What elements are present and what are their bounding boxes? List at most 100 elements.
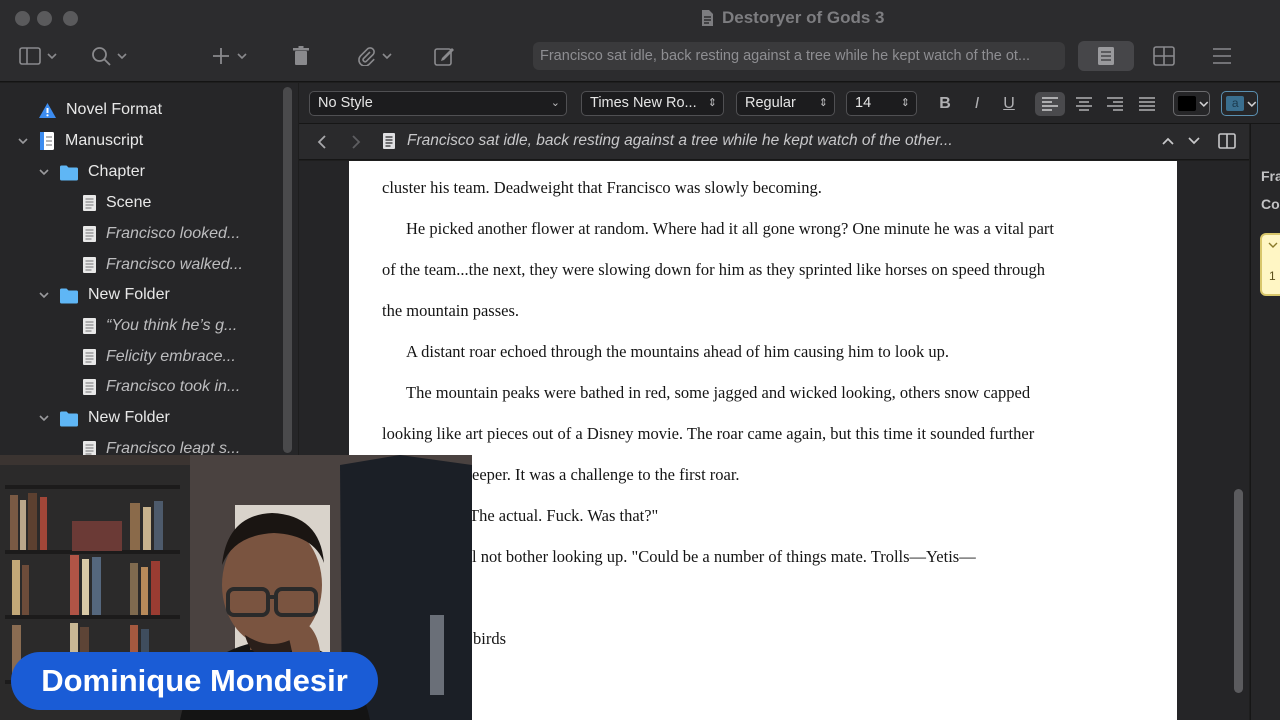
- close-window-button[interactable]: [15, 11, 30, 26]
- text-line: birds: [473, 629, 506, 648]
- binder-item-document[interactable]: Felicity embrace...: [82, 344, 236, 370]
- underline-button[interactable]: U: [996, 92, 1022, 116]
- add-button[interactable]: [211, 44, 247, 68]
- binder-item-folder[interactable]: Chapter: [37, 159, 145, 185]
- view-mode-button[interactable]: [19, 44, 57, 68]
- binder-item-label: “You think he’s g...: [106, 317, 238, 334]
- document-view-icon: [1098, 47, 1114, 65]
- font-family-value: Times New Ro...: [590, 95, 697, 111]
- binder-item-document[interactable]: Francisco took in...: [82, 374, 240, 400]
- chevron-down-icon[interactable]: [16, 134, 30, 148]
- chevron-down-icon: [1268, 242, 1278, 248]
- text-line: of the team...the next, they were slowin…: [382, 260, 1046, 279]
- chevron-down-icon[interactable]: [37, 165, 51, 179]
- chevron-down-icon: [237, 53, 247, 60]
- editor-page[interactable]: cluster his team. Deadweight that Franci…: [349, 161, 1177, 720]
- compose-button[interactable]: [434, 44, 456, 68]
- binder-item-folder[interactable]: New Folder: [37, 282, 170, 308]
- binder-scrollbar[interactable]: [283, 87, 292, 453]
- highlight-color-swatch: a: [1226, 96, 1245, 111]
- stepper-icon: ⇕: [707, 97, 717, 109]
- chevron-down-icon[interactable]: [37, 288, 51, 302]
- font-size-select[interactable]: 14 ⇕: [846, 91, 917, 116]
- split-view-icon[interactable]: [1218, 133, 1236, 149]
- binder-item-label: New Folder: [88, 286, 170, 303]
- binder-item-manuscript[interactable]: Manuscript: [16, 128, 143, 154]
- chevron-down-icon[interactable]: [1187, 135, 1201, 147]
- chevron-up-icon[interactable]: [1161, 135, 1175, 147]
- inspector-panel: Fra Co: [1250, 124, 1280, 720]
- plus-icon: [213, 48, 229, 64]
- binder-item-document[interactable]: Scene: [82, 190, 151, 216]
- font-family-select[interactable]: Times New Ro... ⇕: [581, 91, 724, 116]
- align-center-icon: [1076, 97, 1092, 111]
- search-icon: [92, 47, 111, 66]
- search-button[interactable]: [91, 44, 127, 68]
- stepper-icon: ⇕: [818, 97, 828, 109]
- back-arrow-icon[interactable]: [316, 134, 328, 150]
- chevron-down-icon: [1199, 101, 1209, 107]
- document-icon: [82, 348, 97, 366]
- view-outline-button[interactable]: [1194, 41, 1250, 71]
- align-center-button[interactable]: [1069, 92, 1099, 116]
- text-line: l not bother looking up. "Could be a num…: [472, 547, 976, 566]
- text-line: the mountain passes.: [382, 301, 520, 320]
- binder-item-label: Novel Format: [66, 101, 163, 118]
- binder-item-document[interactable]: Francisco looked...: [82, 221, 240, 247]
- binder-item-document[interactable]: “You think he’s g...: [82, 313, 237, 339]
- binder-item-folder[interactable]: New Folder: [37, 405, 170, 431]
- paragraph-style-select[interactable]: No Style ⌄: [309, 91, 567, 116]
- binder-item-novel-format[interactable]: Novel Format: [38, 97, 162, 123]
- text-line: The actual. Fuck. Was that?": [469, 506, 659, 525]
- format-bar: No Style ⌄ Times New Ro... ⇕ Regular ⇕ 1…: [299, 83, 1280, 124]
- paperclip-icon: [358, 47, 375, 66]
- italic-button[interactable]: I: [964, 92, 990, 116]
- quick-search-field[interactable]: Francisco sat idle, back resting against…: [533, 42, 1065, 70]
- presenter-name-badge: Dominique Mondesir: [11, 652, 378, 710]
- text-line: cluster his team. Deadweight that Franci…: [382, 178, 822, 197]
- inspector-title: Fra: [1261, 168, 1280, 184]
- align-left-button[interactable]: [1035, 92, 1065, 116]
- attachment-button[interactable]: [356, 44, 392, 68]
- align-left-icon: [1042, 97, 1058, 111]
- outline-icon: [1213, 48, 1231, 64]
- text-line: eeper. It was a challenge to the first r…: [472, 465, 740, 484]
- view-corkboard-button[interactable]: [1136, 41, 1192, 71]
- document-title: Francisco sat idle, back resting against…: [407, 132, 953, 149]
- text-color-swatch: [1178, 96, 1197, 111]
- editor-scrollbar[interactable]: [1234, 489, 1243, 693]
- binder-item-label: New Folder: [88, 409, 170, 426]
- chevron-down-icon: [47, 53, 57, 60]
- document-icon: [82, 225, 97, 243]
- binder-item-label: Francisco took in...: [106, 378, 241, 395]
- paragraph-style-value: No Style: [318, 95, 373, 111]
- trash-icon: [293, 46, 309, 65]
- document-icon: [82, 317, 97, 335]
- binder-item-document[interactable]: Francisco walked...: [82, 252, 243, 278]
- chevron-down-icon: [382, 53, 392, 60]
- binder-item-label: Manuscript: [65, 132, 144, 149]
- highlight-color-button[interactable]: a: [1221, 91, 1258, 116]
- font-weight-select[interactable]: Regular ⇕: [736, 91, 835, 116]
- zoom-window-button[interactable]: [63, 11, 78, 26]
- folder-icon: [59, 410, 79, 427]
- document-icon: [82, 378, 97, 396]
- document-icon: [82, 194, 97, 212]
- binder-item-label: Felicity embrace...: [106, 348, 236, 365]
- binder-item-label: Francisco looked...: [106, 225, 241, 242]
- align-right-button[interactable]: [1100, 92, 1130, 116]
- binder-item-label: Francisco walked...: [106, 256, 243, 273]
- font-weight-value: Regular: [745, 95, 796, 111]
- chevron-down-icon[interactable]: [37, 411, 51, 425]
- inspector-note-card[interactable]: 1: [1260, 233, 1280, 296]
- trash-button[interactable]: [292, 44, 310, 68]
- grid-icon: [1153, 46, 1175, 66]
- bold-button[interactable]: B: [932, 92, 958, 116]
- inspector-subtitle: Co: [1261, 196, 1280, 212]
- text-color-button[interactable]: [1173, 91, 1210, 116]
- view-document-button[interactable]: [1078, 41, 1134, 71]
- forward-arrow-icon[interactable]: [350, 134, 362, 150]
- align-justify-button[interactable]: [1132, 92, 1162, 116]
- window-toolbar: Destoryer of Gods 3 Francisco sat idle, …: [0, 0, 1280, 82]
- minimize-window-button[interactable]: [37, 11, 52, 26]
